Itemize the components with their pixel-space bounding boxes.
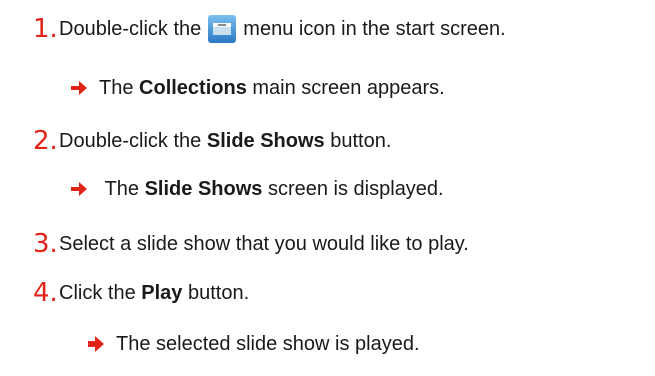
step-2-result: The Slide Shows screen is displayed. bbox=[71, 179, 444, 199]
result-text-after: main screen appears. bbox=[252, 77, 445, 99]
step-number: 3. bbox=[33, 229, 58, 259]
step-text: Click the Play button. bbox=[59, 283, 249, 303]
result-text: The selected slide show is played. bbox=[116, 333, 420, 355]
step-text: Select a slide show that you would like … bbox=[59, 233, 469, 255]
result-text-bold: Collections bbox=[139, 77, 247, 99]
step-4-result: The selected slide show is played. bbox=[88, 334, 420, 354]
step-1: 1. Double-click the menu icon in the sta… bbox=[33, 14, 506, 44]
step-text-before: Click the bbox=[59, 282, 136, 304]
step-text-after: menu icon in the start screen. bbox=[243, 18, 506, 40]
step-number: 4. bbox=[33, 278, 58, 308]
result-text-after: screen is displayed. bbox=[267, 178, 444, 200]
step-text-after: button. bbox=[330, 130, 392, 152]
step-text: Double-click the Slide Shows button. bbox=[59, 131, 391, 151]
step-1-result: The Collections main screen appears. bbox=[71, 78, 445, 98]
step-text: Double-click the menu icon in the start … bbox=[59, 14, 506, 44]
step-2: 2. Double-click the Slide Shows button. bbox=[33, 128, 391, 154]
step-text-before: Double-click the bbox=[59, 130, 202, 152]
result-text-bold: Slide Shows bbox=[144, 178, 263, 200]
step-number: 2. bbox=[33, 126, 58, 156]
step-text-after: button. bbox=[187, 282, 250, 304]
arrow-right-icon bbox=[71, 182, 87, 196]
step-4: 4. Click the Play button. bbox=[33, 280, 249, 306]
step-text-bold: Play bbox=[141, 282, 183, 304]
step-text-bold: Slide Shows bbox=[206, 130, 325, 152]
step-3: 3. Select a slide show that you would li… bbox=[33, 231, 469, 257]
step-number: 1. bbox=[33, 14, 58, 44]
step-text-before: Double-click the bbox=[59, 18, 202, 40]
collections-menu-icon bbox=[207, 14, 237, 44]
arrow-right-icon bbox=[71, 81, 87, 95]
result-text-before: The bbox=[99, 77, 134, 99]
arrow-right-icon bbox=[88, 336, 104, 352]
result-text-before: The bbox=[104, 178, 140, 200]
